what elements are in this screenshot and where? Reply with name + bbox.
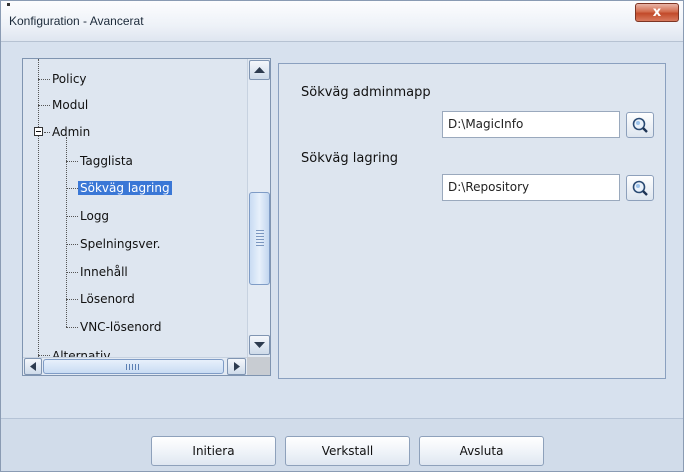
tree-item-label: Policy <box>52 72 87 86</box>
collapse-toggle-icon[interactable] <box>34 127 43 136</box>
scroll-right-button[interactable] <box>227 358 246 375</box>
tree-item-label: Sökväg lagring <box>78 181 172 195</box>
tree-line <box>66 216 78 217</box>
close-icon: x <box>652 5 662 20</box>
tree-line <box>66 327 78 328</box>
tree-line <box>38 355 50 356</box>
storage-settings-panel: Sökväg adminmapp D:\MagicInfo Sökväg lag… <box>278 63 666 379</box>
settings-tree[interactable]: Policy Modul Admin Tagglista Sökväg lagr… <box>22 58 271 376</box>
tree-item-policy[interactable]: Policy <box>50 70 89 88</box>
tree-item-label: Logg <box>80 209 110 223</box>
tree-item-tagglista[interactable]: Tagglista <box>78 152 135 170</box>
browse-storage-path-button[interactable] <box>626 175 654 201</box>
tree-item-label: Modul <box>52 98 89 112</box>
magnifier-icon <box>632 180 648 196</box>
tree-line <box>38 79 50 80</box>
admin-folder-label: Sökväg adminmapp <box>301 85 431 100</box>
initiate-button[interactable]: Initiera <box>151 436 276 466</box>
tree-item-admin[interactable]: Admin <box>50 123 92 141</box>
title-bar[interactable]: Konfiguration - Avancerat x <box>1 1 683 42</box>
tree-item-label: Admin <box>52 125 91 139</box>
arrow-up-icon <box>254 67 265 73</box>
scroll-up-button[interactable] <box>249 60 270 80</box>
exit-button[interactable]: Avsluta <box>419 436 544 466</box>
scroll-left-button[interactable] <box>24 358 42 375</box>
admin-folder-field[interactable]: D:\MagicInfo <box>442 111 620 138</box>
title-mark <box>7 3 10 6</box>
tree-line <box>66 299 78 300</box>
tree-item-vnc-losenord[interactable]: VNC-lösenord <box>78 318 164 336</box>
tree-line <box>38 59 39 359</box>
arrow-down-icon <box>254 342 265 348</box>
tree-line <box>66 244 78 245</box>
tree-line <box>66 272 78 273</box>
vertical-scrollbar[interactable] <box>247 59 270 357</box>
magnifier-icon <box>632 117 648 133</box>
config-dialog: Konfiguration - Avancerat x Policy Modul… <box>0 0 684 472</box>
tree-item-modul[interactable]: Modul <box>50 96 90 114</box>
storage-path-label: Sökväg lagring <box>301 151 399 166</box>
tree-item-label: Tagglista <box>80 154 133 168</box>
tree-item-label: Lösenord <box>80 292 135 306</box>
window-title: Konfiguration - Avancerat <box>9 14 144 28</box>
tree-item-label: VNC-lösenord <box>80 320 162 334</box>
tree-line <box>38 105 50 106</box>
vertical-scroll-thumb[interactable] <box>249 192 270 285</box>
scroll-down-button[interactable] <box>249 335 270 355</box>
tree-item-innehall[interactable]: Innehåll <box>78 263 130 281</box>
tree-item-label: Spelningsver. <box>80 237 161 251</box>
tree-line <box>66 161 78 162</box>
scrollbar-corner <box>247 357 270 375</box>
horizontal-scrollbar[interactable] <box>23 357 247 375</box>
tree-item-label: Innehåll <box>80 265 128 279</box>
storage-path-field[interactable]: D:\Repository <box>442 174 620 201</box>
close-button[interactable]: x <box>635 3 679 22</box>
tree-item-sokvag-lagring[interactable]: Sökväg lagring <box>78 179 172 197</box>
tree-line <box>66 188 78 189</box>
horizontal-scroll-thumb[interactable] <box>43 359 224 374</box>
tree-item-spelningsver[interactable]: Spelningsver. <box>78 235 163 253</box>
arrow-left-icon <box>30 362 36 371</box>
browse-admin-folder-button[interactable] <box>626 112 654 138</box>
tree-item-losenord[interactable]: Lösenord <box>78 290 137 308</box>
arrow-right-icon <box>234 362 240 371</box>
apply-button[interactable]: Verkstall <box>285 436 410 466</box>
tree-item-logg[interactable]: Logg <box>78 207 111 225</box>
